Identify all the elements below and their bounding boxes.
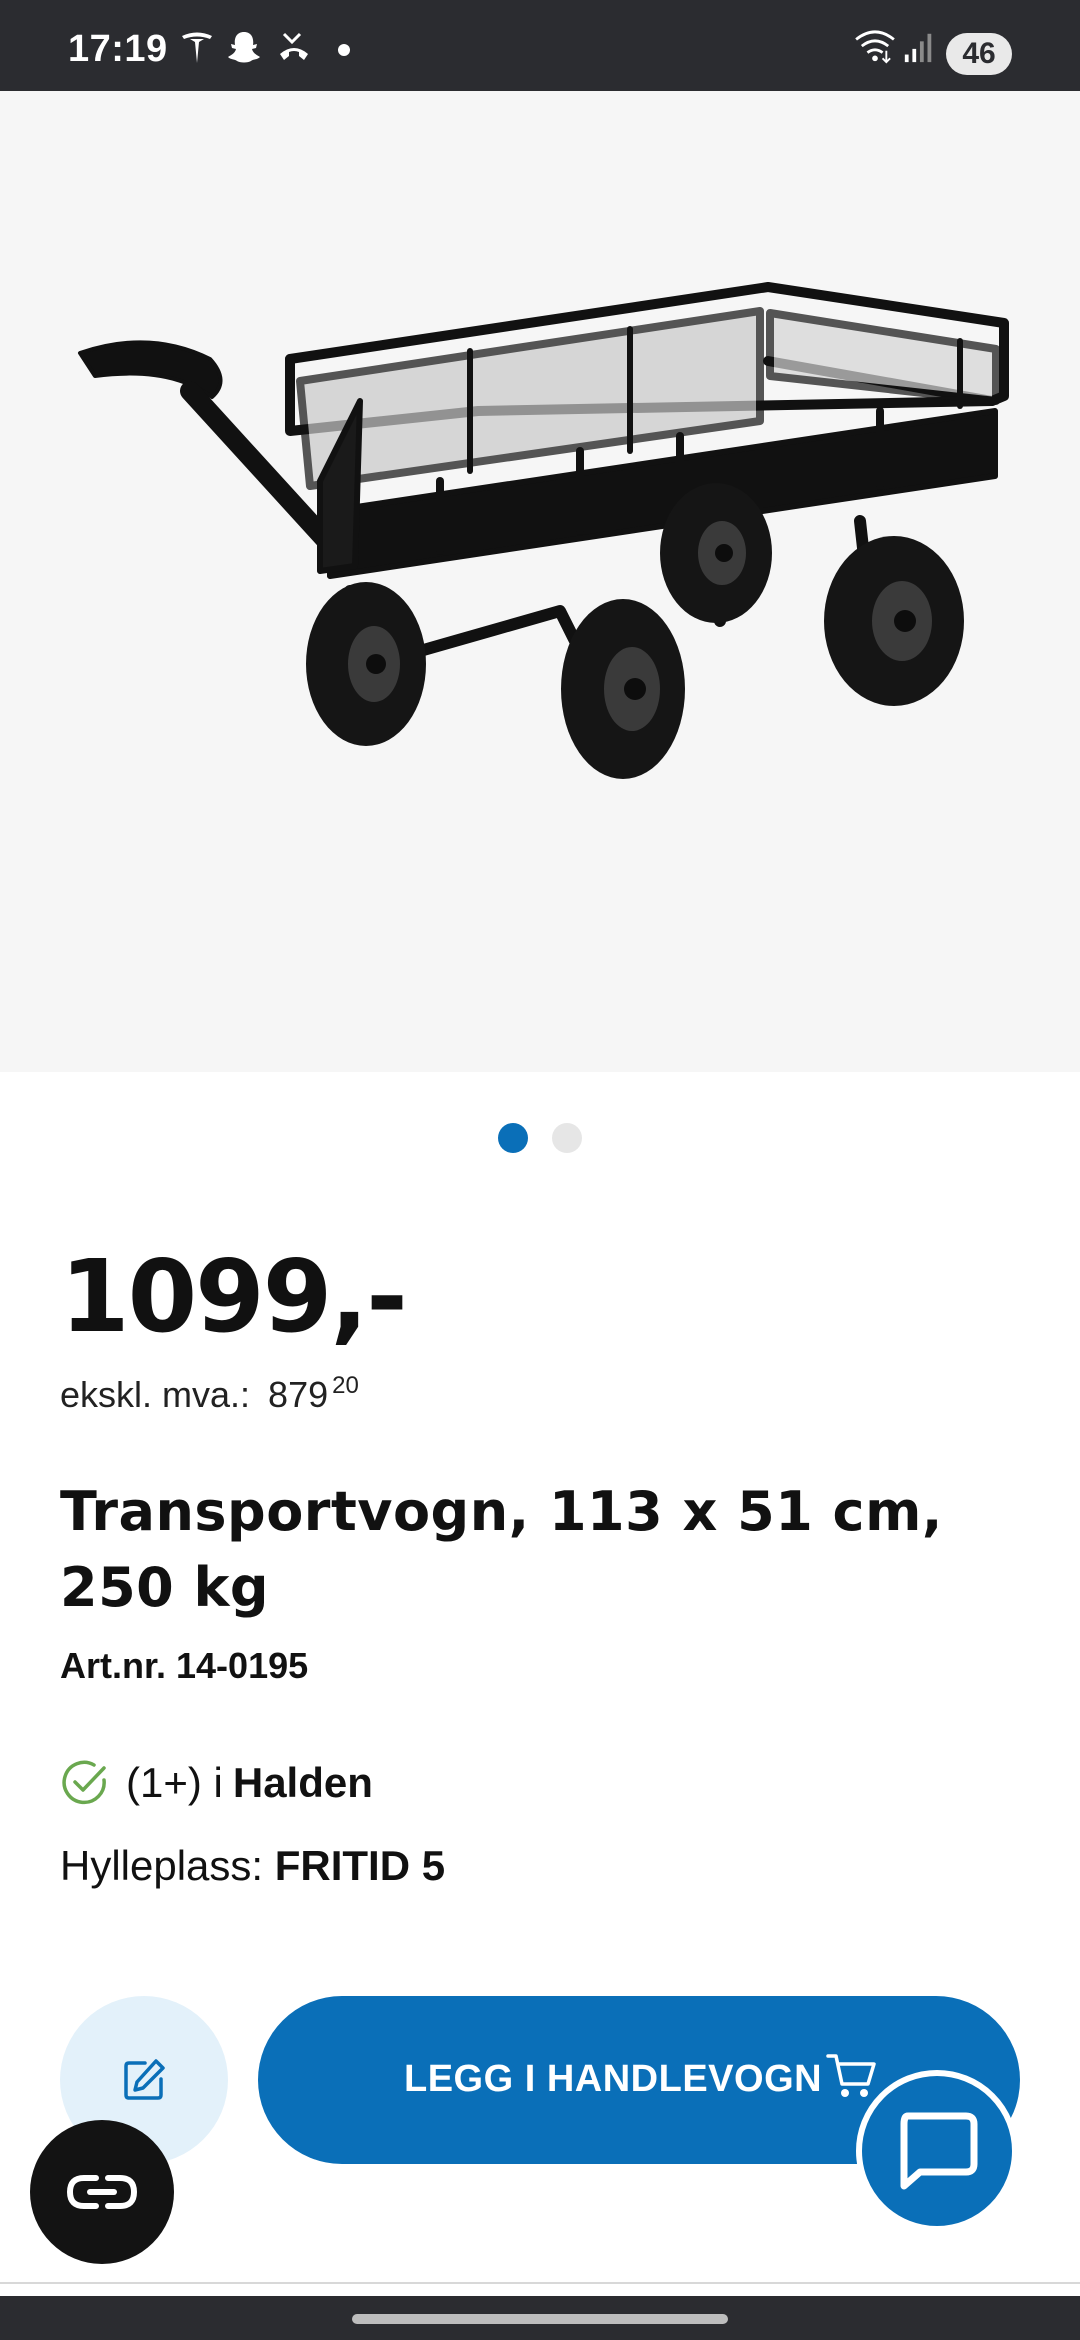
status-time: 17:19 <box>68 28 168 70</box>
signal-icon <box>904 33 932 63</box>
add-to-cart-label: LEGG I HANDLEVOGN <box>404 2058 823 2100</box>
chat-button[interactable] <box>856 2070 1018 2232</box>
shelf-value: FRITID 5 <box>274 1842 446 1889</box>
price-ex-vat: ekskl. mva.: 879 20 <box>60 1372 359 1416</box>
snapchat-icon <box>228 32 260 63</box>
link-loop-icon <box>66 2175 138 2209</box>
chat-bubble-icon <box>900 2112 978 2190</box>
home-indicator[interactable] <box>352 2314 728 2324</box>
ex-vat-label: ekskl. mva.: <box>60 1374 251 1415</box>
status-bar: 17:19 46 <box>0 0 1080 91</box>
accessibility-assistant-button[interactable] <box>30 2120 174 2264</box>
tesla-icon <box>182 32 212 63</box>
stock-count: (1+) i <box>126 1759 223 1806</box>
missed-call-icon <box>280 32 308 60</box>
gallery-pagination <box>0 1123 1080 1155</box>
shelf-label: Hylleplass: <box>60 1842 264 1889</box>
system-nav-bar <box>0 2296 1080 2340</box>
bottom-divider <box>0 2282 1080 2284</box>
ex-vat-decimals: 20 <box>332 1372 359 1399</box>
article-number: Art.nr. 14-0195 <box>60 1645 309 1686</box>
gallery-dot[interactable] <box>552 1123 582 1153</box>
stock-status: (1+) i Halden <box>60 1758 373 1808</box>
battery-indicator: 46 <box>946 33 1012 75</box>
cart-photo <box>78 282 1009 779</box>
check-circle-icon <box>62 1760 106 1805</box>
ex-vat-value: 879 <box>268 1374 329 1415</box>
wifi-icon <box>855 30 895 64</box>
product-price: 1099,- <box>60 1238 408 1355</box>
product-title: Transportvogn, 113 x 51 cm, 250 kg <box>60 1480 943 1619</box>
edit-icon <box>124 2059 165 2100</box>
gallery-dot-active[interactable] <box>498 1123 528 1153</box>
stock-store[interactable]: Halden <box>233 1759 373 1807</box>
shopping-cart-icon <box>826 2054 876 2097</box>
notification-dot <box>338 44 350 56</box>
shelf-location: Hylleplass: FRITID 5 <box>60 1842 445 1890</box>
product-image-gallery[interactable] <box>0 91 1080 1072</box>
